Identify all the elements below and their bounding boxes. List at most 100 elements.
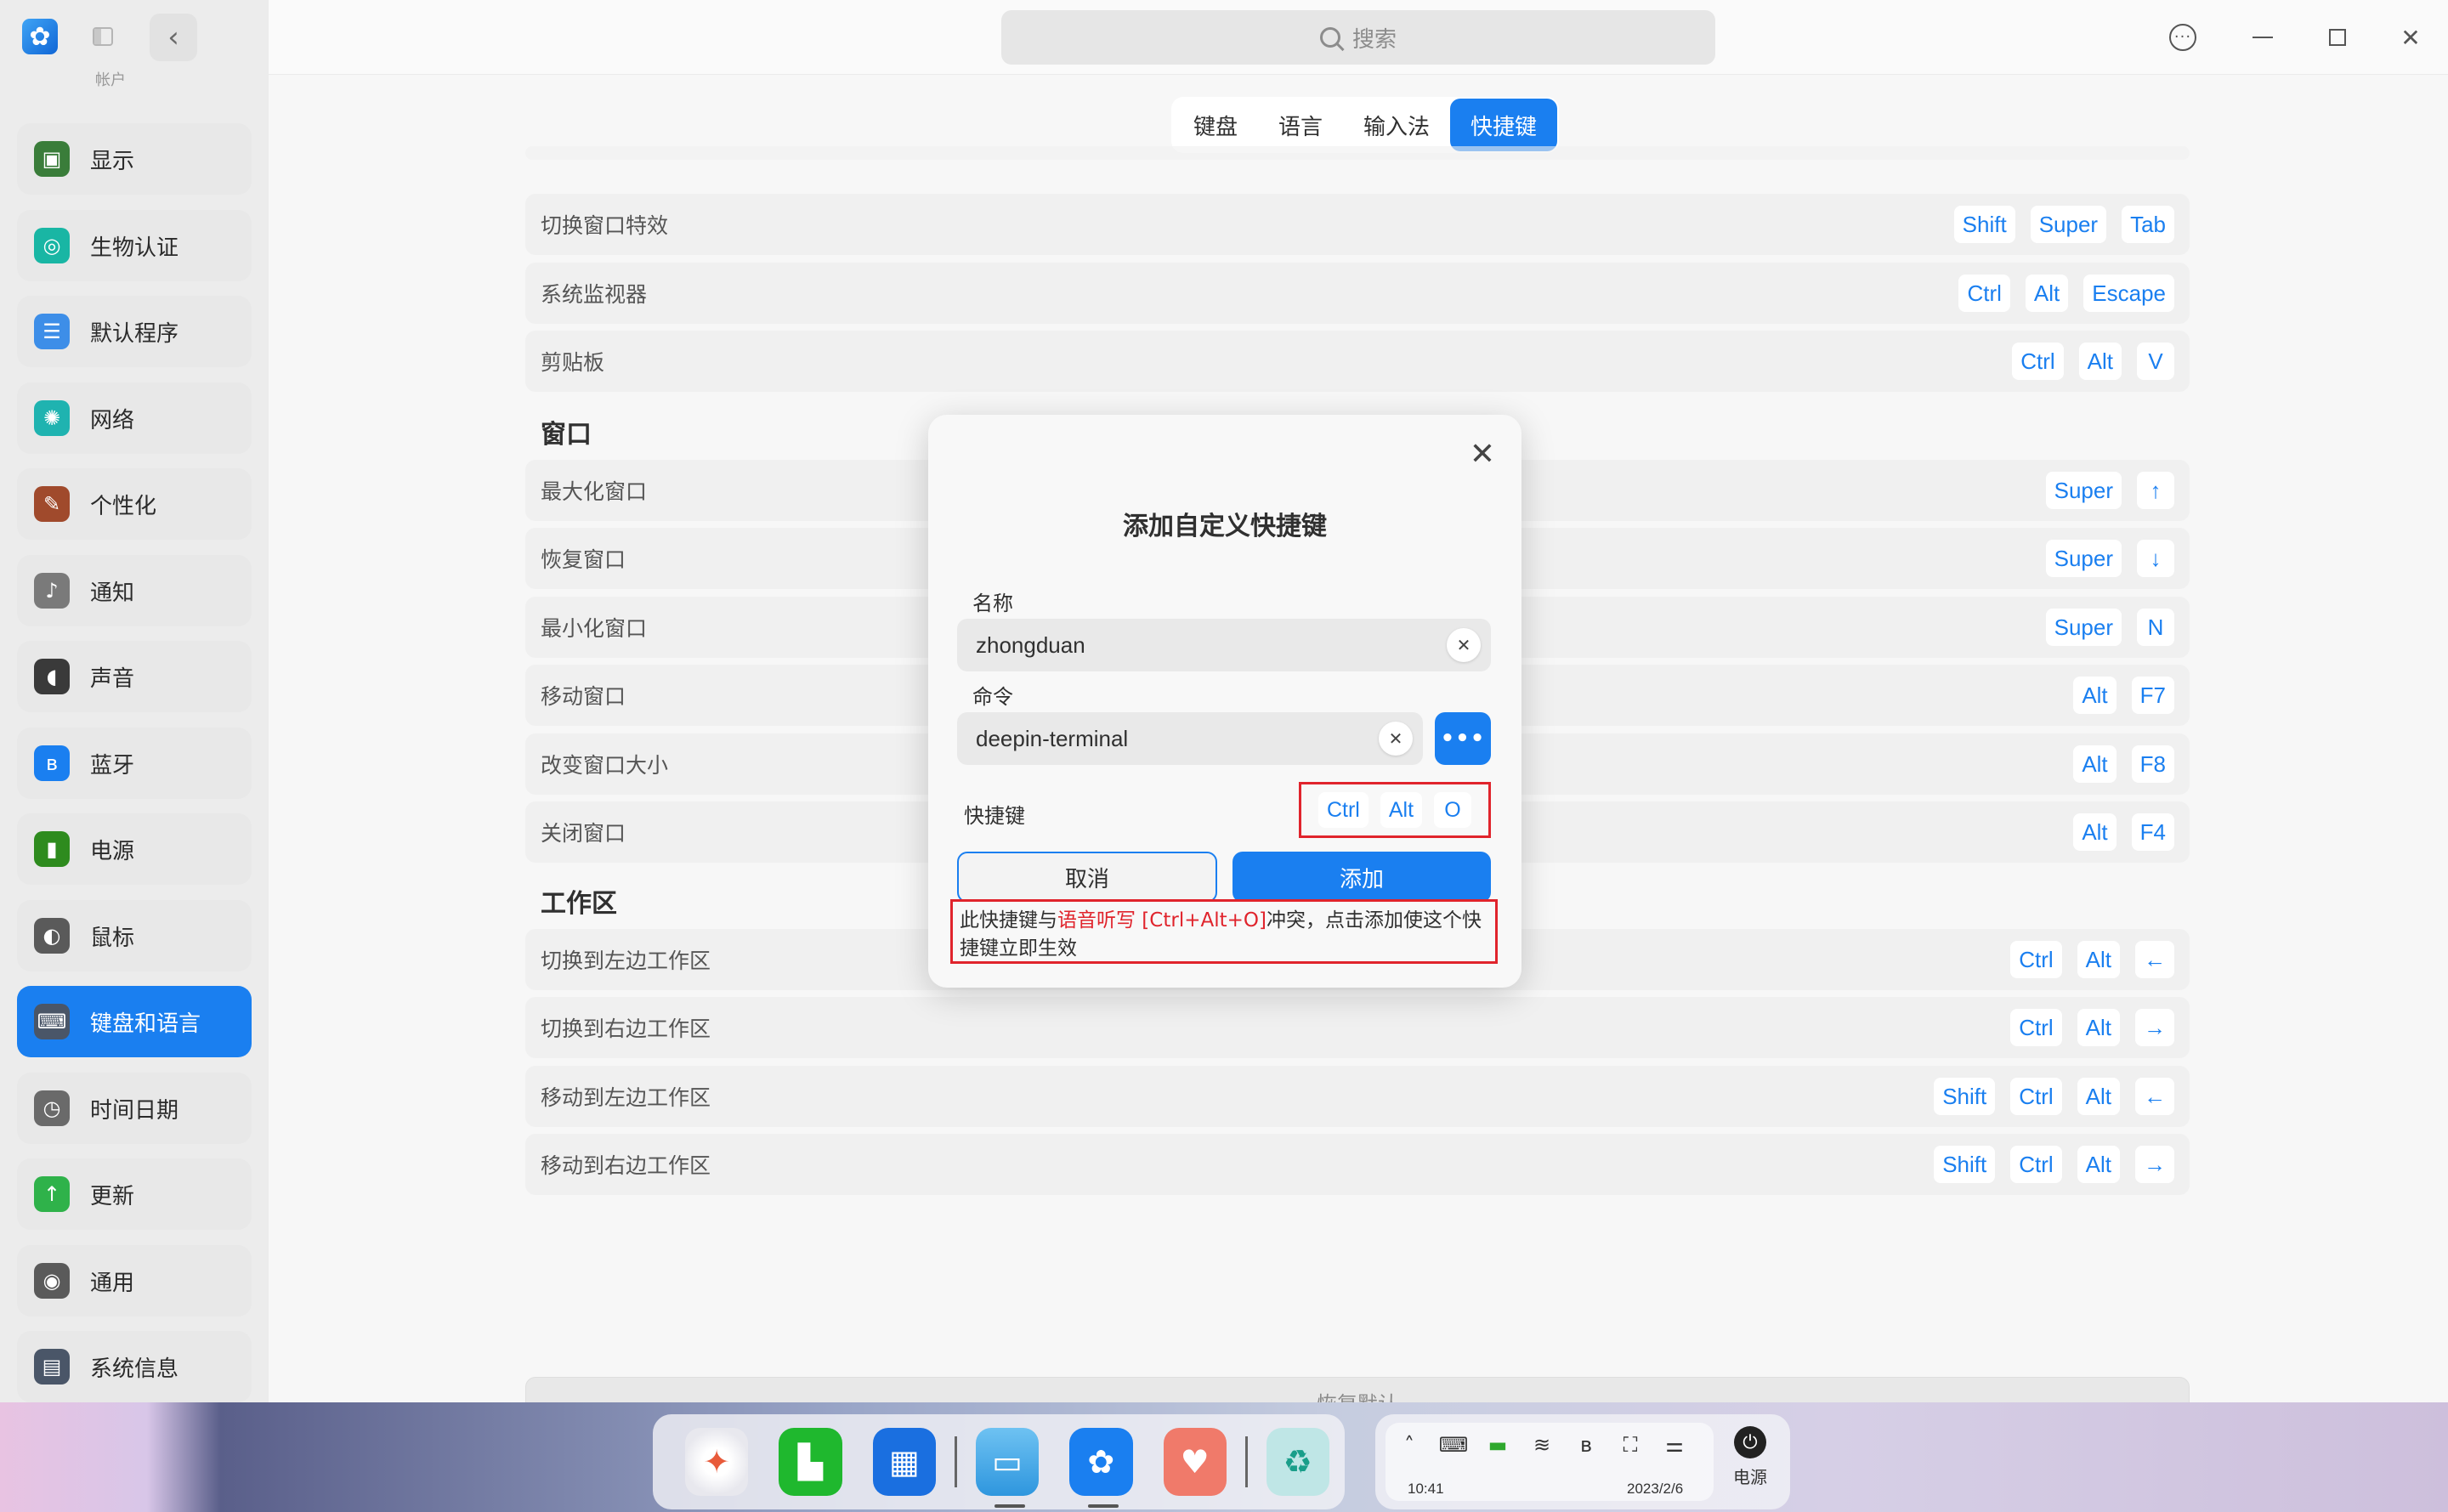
shortcut-name: 切换窗口特效: [541, 213, 669, 238]
shortcut-name: 系统监视器: [541, 282, 648, 307]
sidebar-item[interactable]: ◖ 声音: [17, 641, 252, 712]
shortcut-row[interactable]: 移动到右边工作区 Shift Ctrl Alt →: [525, 1134, 2190, 1195]
chevron-left-icon: ‹: [167, 20, 179, 54]
sidebar-item[interactable]: ♪ 通知: [17, 555, 252, 626]
clear-name-button[interactable]: ✕: [1447, 628, 1481, 662]
command-field[interactable]: deepin-terminal: [957, 712, 1423, 765]
key-cap: Super: [2045, 540, 2122, 577]
tab[interactable]: 输入法: [1343, 99, 1450, 151]
shortcut-name: 移动到右边工作区: [541, 1153, 711, 1178]
mouse-icon: ◐: [34, 918, 70, 954]
shortcut-row-partial: [525, 146, 2190, 160]
sidebar-item-label: 显示: [90, 148, 135, 174]
sidebar-item[interactable]: ◎ 生物认证: [17, 210, 252, 281]
shortcut-row[interactable]: 切换到右边工作区 Ctrl Alt →: [525, 997, 2190, 1058]
command-field-value: deepin-terminal: [976, 725, 1129, 751]
terminal-icon[interactable]: ▙: [779, 1428, 842, 1496]
sidebar-item[interactable]: ▣ 显示: [17, 123, 252, 195]
more-options-icon: ···: [2169, 24, 2196, 51]
key-cap: O: [1434, 792, 1472, 828]
main-menu-button[interactable]: ···: [2164, 19, 2202, 56]
shortcut-row[interactable]: 切换窗口特效 Shift Super Tab: [525, 194, 2190, 255]
battery-icon[interactable]: ▬: [1482, 1433, 1513, 1457]
shortcut-label: 快捷键: [964, 804, 1025, 828]
clock-date[interactable]: 2023/2/6: [1627, 1481, 1683, 1498]
shortcut-keys: Shift Super Tab: [1953, 206, 2174, 243]
browse-command-button[interactable]: •••: [1435, 712, 1491, 765]
key-cap: Ctrl: [2012, 343, 2064, 380]
close-icon: ✕: [2400, 23, 2421, 52]
control-center-logo-icon: ✿: [22, 19, 58, 54]
minimize-icon: [2252, 37, 2273, 38]
screenshot-icon[interactable]: ⛶: [1615, 1433, 1646, 1457]
cancel-button[interactable]: 取消: [957, 852, 1217, 903]
back-button[interactable]: ‹: [150, 14, 197, 61]
trash-icon[interactable]: ♻: [1266, 1428, 1329, 1496]
sidebar-item[interactable]: ☰ 默认程序: [17, 296, 252, 367]
name-field[interactable]: zhongduan: [957, 619, 1491, 671]
shortcut-row[interactable]: 移动到左边工作区 Shift Ctrl Alt ←: [525, 1066, 2190, 1127]
sidebar-item[interactable]: ✺ 网络: [17, 382, 252, 454]
shortcut-key-input[interactable]: Ctrl Alt O: [1299, 782, 1491, 838]
shortcut-keys: Alt F7: [2073, 677, 2174, 714]
maximize-button[interactable]: [2319, 19, 2356, 56]
system-info-icon: ▤: [34, 1349, 70, 1385]
key-cap: ↓: [2137, 540, 2174, 577]
shortcut-keys: Shift Ctrl Alt →: [1934, 1146, 2174, 1183]
sidebar-item[interactable]: ◷ 时间日期: [17, 1073, 252, 1144]
chevron-up-icon[interactable]: ˄: [1394, 1433, 1425, 1457]
sidebar-item-account-partial[interactable]: 帐户: [17, 56, 252, 90]
tab[interactable]: 语言: [1258, 99, 1343, 151]
tab[interactable]: 快捷键: [1450, 99, 1558, 151]
power-button[interactable]: ⏻ 电源: [1720, 1426, 1780, 1488]
app-store-icon[interactable]: ♥: [1163, 1428, 1227, 1496]
tab[interactable]: 键盘: [1173, 99, 1258, 151]
dialog-close-button[interactable]: ✕: [1464, 435, 1501, 473]
key-cap: F8: [2131, 745, 2174, 783]
key-cap: Ctrl: [2010, 941, 2062, 978]
sidebar-item[interactable]: ✎ 个性化: [17, 468, 252, 540]
dock-separator: [955, 1436, 957, 1487]
key-cap: Alt: [2025, 275, 2069, 312]
key-cap: Alt: [2078, 343, 2122, 380]
shortcut-row[interactable]: 剪贴板 Ctrl Alt V: [525, 331, 2190, 392]
clear-command-button[interactable]: ✕: [1379, 722, 1413, 756]
key-cap: Shift: [1934, 1146, 1996, 1183]
sidebar-item[interactable]: ʙ 蓝牙: [17, 728, 252, 799]
conflict-prefix: 此快捷键与: [960, 909, 1057, 932]
maximize-icon: [2329, 29, 2346, 46]
control-center-icon[interactable]: ✿: [1069, 1428, 1133, 1508]
bluetooth-icon[interactable]: ʙ: [1571, 1433, 1601, 1457]
key-cap: Ctrl: [1958, 275, 2010, 312]
sidebar-item-label: 通用: [90, 1270, 135, 1296]
keyboard-layout-icon[interactable]: ⌨: [1438, 1433, 1469, 1457]
search-input[interactable]: 搜索: [1001, 10, 1715, 65]
multitask-icon[interactable]: ▦: [872, 1428, 937, 1496]
key-cap: Super: [2045, 472, 2122, 509]
sidebar-item[interactable]: ▮ 电源: [17, 813, 252, 885]
sidebar-item-label: 网络: [90, 407, 135, 433]
key-cap: Alt: [2073, 813, 2116, 851]
toggle-settings-icon[interactable]: ⚌: [1659, 1433, 1690, 1457]
clock-time[interactable]: 10:41: [1408, 1481, 1444, 1498]
close-window-button[interactable]: ✕: [2392, 19, 2429, 56]
shortcut-keys: Ctrl Alt Escape: [1958, 275, 2174, 312]
shortcut-row[interactable]: 系统监视器 Ctrl Alt Escape: [525, 263, 2190, 324]
wifi-icon[interactable]: ≋: [1527, 1433, 1557, 1457]
shortcut-keys: Ctrl Alt →: [2010, 1009, 2174, 1046]
clock-icon: ◷: [34, 1090, 70, 1126]
search-placeholder: 搜索: [1352, 26, 1397, 53]
file-manager-icon[interactable]: ▭: [975, 1428, 1040, 1508]
sidebar-item-label: 生物认证: [90, 235, 179, 261]
sidebar-item[interactable]: ▤ 系统信息: [17, 1331, 252, 1402]
sidebar-item[interactable]: ⌨ 键盘和语言: [17, 986, 252, 1057]
tray-panel: ˄ ⌨ ▬ ≋ ʙ ⛶ ⚌ 10:41 2023/2/6: [1386, 1423, 1714, 1501]
launcher-icon[interactable]: ✦: [685, 1428, 749, 1496]
sidebar-item[interactable]: ◐ 鼠标: [17, 900, 252, 971]
sidebar-toggle-button[interactable]: [88, 22, 117, 51]
minimize-button[interactable]: [2244, 19, 2281, 56]
section-title-window: 窗口: [541, 420, 592, 450]
sidebar-item[interactable]: ◉ 通用: [17, 1245, 252, 1317]
add-button[interactable]: 添加: [1232, 852, 1491, 903]
sidebar-item[interactable]: ↑ 更新: [17, 1158, 252, 1230]
